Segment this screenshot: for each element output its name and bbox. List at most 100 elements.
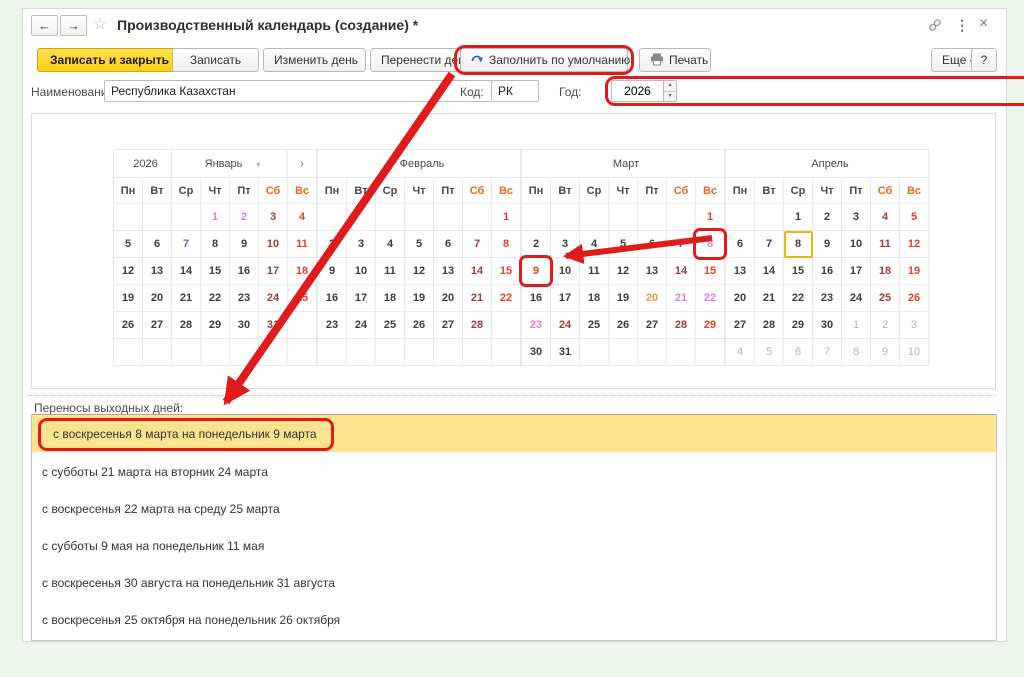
calendar-day[interactable]: 6 — [143, 231, 172, 258]
calendar-day[interactable]: 14 — [667, 258, 696, 285]
calendar-day[interactable]: 22 — [784, 285, 813, 312]
calendar-day[interactable]: 23 — [230, 285, 259, 312]
calendar-day[interactable]: 31 — [259, 312, 288, 339]
calendar-day[interactable]: 15 — [784, 258, 813, 285]
calendar-day[interactable]: 20 — [434, 285, 463, 312]
calendar-day[interactable]: 26 — [405, 312, 434, 339]
calendar-day[interactable]: 12 — [405, 258, 434, 285]
calendar-day[interactable]: 25 — [871, 285, 900, 312]
calendar-day[interactable]: 15 — [696, 258, 725, 285]
calendar-day[interactable]: 23 — [813, 285, 842, 312]
calendar-day[interactable]: 5 — [405, 231, 434, 258]
calendar-day[interactable]: 7 — [667, 231, 696, 258]
calendar-day[interactable]: 25 — [288, 285, 317, 312]
calendar-day[interactable]: 3 — [551, 231, 580, 258]
calendar-day[interactable]: 8 — [492, 231, 521, 258]
calendar-day[interactable]: 12 — [900, 231, 929, 258]
help-button[interactable]: ? — [971, 48, 997, 72]
calendar-day[interactable]: 24 — [551, 312, 580, 339]
calendar-day[interactable]: 30 — [813, 312, 842, 339]
calendar-day[interactable]: 18 — [580, 285, 609, 312]
calendar-day[interactable]: 10 — [900, 339, 929, 366]
calendar-day[interactable]: 17 — [842, 258, 871, 285]
kebab-menu-icon[interactable]: ⋮ — [955, 17, 969, 34]
calendar-day[interactable]: 24 — [347, 312, 376, 339]
calendar-day[interactable]: 27 — [638, 312, 667, 339]
transfer-item[interactable]: с воскресенья 8 марта на понедельник 9 м… — [32, 415, 996, 452]
calendar-day[interactable]: 7 — [172, 231, 201, 258]
calendar-day[interactable]: 6 — [726, 231, 755, 258]
calendar-day[interactable]: 8 — [784, 231, 813, 258]
name-input[interactable] — [104, 80, 492, 102]
calendar-day[interactable]: 9 — [871, 339, 900, 366]
calendar-day[interactable]: 19 — [405, 285, 434, 312]
calendar-day[interactable]: 16 — [230, 258, 259, 285]
calendar-day[interactable]: 18 — [376, 285, 405, 312]
calendar-day[interactable]: 3 — [900, 312, 929, 339]
calendar-day[interactable]: 16 — [813, 258, 842, 285]
calendar-day[interactable]: 19 — [900, 258, 929, 285]
calendar-day[interactable]: 4 — [580, 231, 609, 258]
close-icon[interactable]: × — [979, 15, 988, 33]
calendar-day[interactable]: 25 — [580, 312, 609, 339]
fill-default-button[interactable]: Заполнить по умолчанию — [460, 48, 628, 72]
calendar-day[interactable]: 14 — [755, 258, 784, 285]
calendar-day[interactable]: 7 — [463, 231, 492, 258]
calendar-day[interactable]: 2 — [318, 231, 347, 258]
calendar-day[interactable]: 28 — [463, 312, 492, 339]
calendar-day[interactable]: 19 — [609, 285, 638, 312]
calendar-day[interactable]: 30 — [522, 339, 551, 366]
spin-down-icon[interactable]: ▾ — [664, 92, 676, 102]
calendar-day[interactable]: 8 — [696, 231, 725, 258]
calendar-day[interactable]: 11 — [580, 258, 609, 285]
calendar-day[interactable]: 26 — [900, 285, 929, 312]
calendar-day[interactable]: 4 — [726, 339, 755, 366]
calendar-day[interactable]: 2 — [230, 204, 259, 231]
calendar-day[interactable]: 28 — [172, 312, 201, 339]
calendar-day[interactable]: 8 — [201, 231, 230, 258]
calendar-day[interactable]: 22 — [492, 285, 521, 312]
calendar-day[interactable]: 27 — [143, 312, 172, 339]
calendar-day[interactable]: 15 — [201, 258, 230, 285]
calendar-day[interactable]: 17 — [551, 285, 580, 312]
calendar-day[interactable]: 21 — [463, 285, 492, 312]
calendar-day[interactable]: 1 — [492, 204, 521, 231]
calendar-day[interactable]: 1 — [696, 204, 725, 231]
calendar-day[interactable]: 21 — [667, 285, 696, 312]
calendar-day[interactable]: 2 — [813, 204, 842, 231]
calendar-day[interactable]: 20 — [638, 285, 667, 312]
back-button[interactable]: ← — [31, 15, 58, 36]
calendar-day[interactable]: 9 — [522, 258, 551, 285]
calendar-day[interactable]: 24 — [842, 285, 871, 312]
calendar-day[interactable]: 26 — [609, 312, 638, 339]
calendar-day[interactable]: 7 — [813, 339, 842, 366]
calendar-day[interactable]: 9 — [813, 231, 842, 258]
calendar-day[interactable]: 5 — [900, 204, 929, 231]
calendar-day[interactable]: 9 — [318, 258, 347, 285]
calendar-day[interactable]: 10 — [551, 258, 580, 285]
calendar-day[interactable]: 13 — [726, 258, 755, 285]
calendar-day[interactable]: 2 — [522, 231, 551, 258]
calendar-day[interactable]: 28 — [667, 312, 696, 339]
forward-button[interactable]: → — [60, 15, 87, 36]
calendar-day[interactable]: 5 — [114, 231, 143, 258]
calendar-day[interactable]: 20 — [726, 285, 755, 312]
calendar-day[interactable]: 7 — [755, 231, 784, 258]
calendar-day[interactable]: 25 — [376, 312, 405, 339]
calendar-day[interactable]: 12 — [114, 258, 143, 285]
year-input[interactable] — [611, 80, 663, 102]
calendar-day[interactable]: 14 — [463, 258, 492, 285]
calendar-day[interactable]: 21 — [172, 285, 201, 312]
calendar-day[interactable]: 1 — [201, 204, 230, 231]
calendar-day[interactable]: 18 — [288, 258, 317, 285]
calendar-day[interactable]: 18 — [871, 258, 900, 285]
calendar-day[interactable]: 14 — [172, 258, 201, 285]
calendar-day[interactable]: 6 — [434, 231, 463, 258]
calendar-day[interactable]: 23 — [522, 312, 551, 339]
calendar-day[interactable]: 23 — [318, 312, 347, 339]
calendar-day[interactable]: 6 — [784, 339, 813, 366]
calendar-day[interactable]: 10 — [842, 231, 871, 258]
calendar-day[interactable]: 29 — [201, 312, 230, 339]
calendar-day[interactable]: 22 — [201, 285, 230, 312]
calendar-day[interactable]: 8 — [842, 339, 871, 366]
